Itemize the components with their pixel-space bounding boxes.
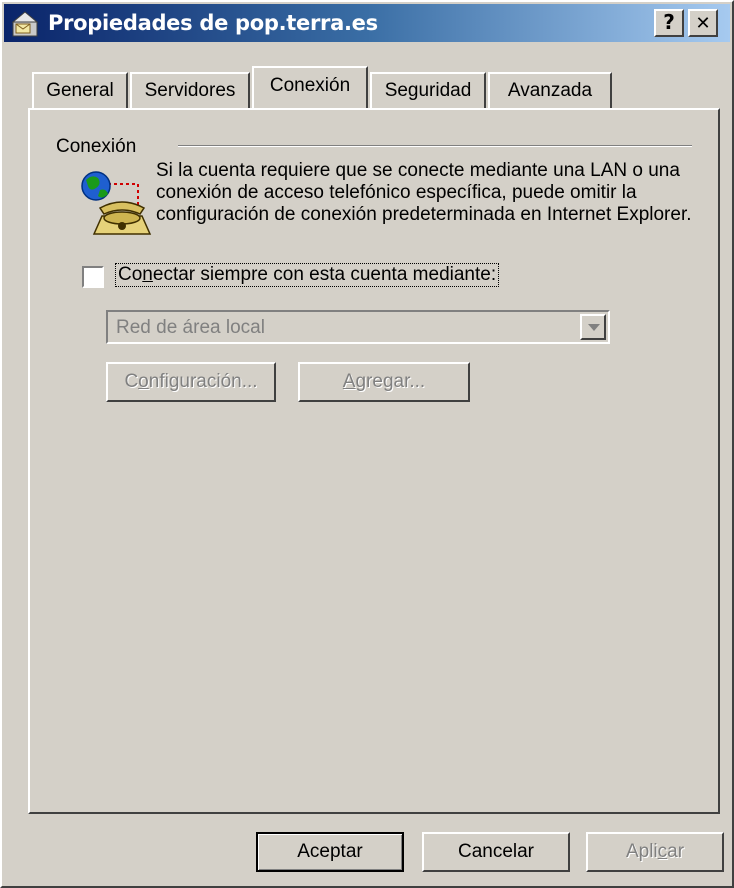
tab-avanzada[interactable]: Avanzada (488, 72, 612, 108)
tab-servidores[interactable]: Servidores (130, 72, 250, 108)
apply-button[interactable]: Aplicar (586, 832, 724, 872)
chevron-down-icon[interactable] (580, 314, 606, 340)
always-connect-label[interactable]: Conectar siempre con esta cuenta mediant… (114, 263, 500, 287)
tab-conexion[interactable]: Conexión (252, 66, 368, 108)
group-divider (178, 145, 692, 147)
settings-button[interactable]: Configuración... (106, 362, 276, 402)
tab-general[interactable]: General (32, 72, 128, 108)
globe-phone-icon (81, 171, 152, 235)
tab-seguridad[interactable]: Seguridad (370, 72, 486, 108)
close-button[interactable]: ✕ (688, 9, 718, 37)
mail-account-icon (11, 11, 39, 37)
group-label-conexion: Conexión (56, 136, 137, 157)
properties-dialog: Propiedades de pop.terra.es ? ✕ General … (0, 0, 734, 888)
connection-type-value: Red de área local (116, 317, 265, 338)
window-title: Propiedades de pop.terra.es (48, 11, 378, 35)
close-icon: ✕ (695, 13, 711, 34)
help-button[interactable]: ? (654, 9, 684, 37)
ok-button[interactable]: Aceptar (256, 832, 404, 872)
connection-description: Si la cuenta requiere que se conecte med… (156, 160, 692, 225)
title-bar[interactable]: Propiedades de pop.terra.es ? ✕ (4, 4, 730, 42)
cancel-button[interactable]: Cancelar (422, 832, 570, 872)
always-connect-checkbox[interactable] (82, 266, 104, 288)
connection-type-select[interactable]: Red de área local (106, 310, 610, 344)
add-button[interactable]: Agregar... (298, 362, 470, 402)
